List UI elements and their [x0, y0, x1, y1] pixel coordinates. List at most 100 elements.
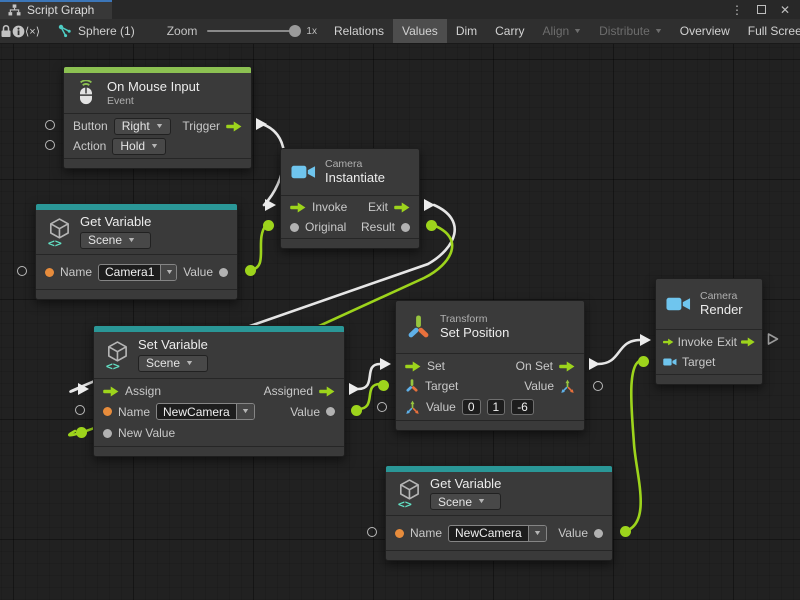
tab-script-graph[interactable]: Script Graph: [0, 0, 112, 19]
variable-scope-dropdown[interactable]: Scene ▼: [430, 493, 501, 510]
variable-picker-button[interactable]: ▼: [528, 526, 546, 541]
node-footer: [656, 374, 762, 384]
port-button-input[interactable]: [45, 120, 55, 130]
dropdown-caret-icon: ▼: [155, 123, 164, 130]
port-value-output[interactable]: [593, 381, 603, 391]
node-footer: [386, 550, 612, 560]
value-port-dot: [594, 529, 603, 538]
port-value-output[interactable]: [351, 405, 362, 416]
zoom-slider-handle[interactable]: [289, 25, 301, 37]
variable-name-field[interactable]: NewCamera ▼: [156, 403, 255, 420]
value-port-dot: [219, 268, 228, 277]
inspector-button[interactable]: [12, 19, 25, 43]
tab-title: Script Graph: [27, 3, 94, 17]
variable-picker-button[interactable]: ▼: [160, 265, 177, 280]
unity-variable-icon: [104, 340, 129, 371]
original-port-dot: [290, 223, 299, 232]
node-transform-set-position[interactable]: Transform Set Position Set On Set Target…: [395, 300, 585, 431]
node-camera-render[interactable]: Camera Render Invoke Exit Target: [655, 278, 763, 385]
distribute-dropdown[interactable]: Distribute▼: [590, 19, 671, 43]
wire-assigned-to-set: [358, 364, 380, 389]
action-label: Action: [73, 139, 106, 153]
relations-button[interactable]: Relations: [325, 19, 393, 43]
graph-toolbar: ⟨×⟩ Sphere (1) Zoom 1x Relations Values …: [0, 19, 800, 44]
close-icon[interactable]: ✕: [780, 4, 790, 16]
zoom-slider[interactable]: [207, 19, 299, 43]
values-button[interactable]: Values: [393, 19, 447, 43]
align-dropdown[interactable]: Align▼: [533, 19, 590, 43]
node-caption: Camera: [325, 159, 385, 170]
vector-z-field[interactable]: -6: [511, 399, 534, 415]
lock-icon: [0, 24, 12, 38]
port-assign-input[interactable]: [78, 383, 89, 395]
vector3-axis-icon: [405, 400, 420, 415]
graph-breadcrumb-icon: [58, 24, 72, 38]
node-set-variable-newcamera[interactable]: Set Variable Scene ▼ Assign Assigned Nam…: [93, 325, 345, 457]
maximize-icon[interactable]: [757, 5, 766, 14]
port-on-set-output[interactable]: [589, 358, 600, 370]
result-port-dot: [401, 223, 410, 232]
variable-name-field[interactable]: NewCamera ▼: [448, 525, 547, 542]
port-result-output[interactable]: [426, 220, 437, 231]
vector-y-field[interactable]: 1: [487, 399, 506, 415]
node-footer: [64, 158, 251, 168]
fullscreen-button[interactable]: Full Screen: [739, 19, 800, 43]
port-set-input[interactable]: [380, 358, 391, 370]
dim-button[interactable]: Dim: [447, 19, 486, 43]
zoom-slider-track[interactable]: [207, 30, 299, 32]
vector3-axis-icon: [560, 379, 575, 394]
vector-x-field[interactable]: 0: [462, 399, 481, 415]
node-get-variable-newcamera[interactable]: Get Variable Scene ▼ Name NewCamera ▼ Va…: [385, 465, 613, 561]
variable-scope-dropdown[interactable]: Scene ▼: [80, 232, 151, 249]
port-value-input[interactable]: [377, 402, 387, 412]
node-get-variable-camera1[interactable]: Get Variable Scene ▼ Name Camera1 ▼ Valu…: [35, 203, 238, 300]
port-name-input[interactable]: [17, 266, 27, 276]
dropdown-caret-icon: ▼: [477, 498, 486, 505]
flow-arrow-icon: [394, 202, 410, 213]
name-label: Name: [410, 526, 442, 540]
code-preview-button[interactable]: ⟨×⟩: [25, 19, 40, 43]
lock-button[interactable]: [0, 19, 12, 43]
mouse-action-dropdown[interactable]: Hold ▼: [112, 138, 166, 155]
code-icon: ⟨×⟩: [25, 25, 40, 38]
port-trigger-output[interactable]: [256, 118, 267, 130]
variable-scope-dropdown[interactable]: Scene ▼: [138, 355, 208, 372]
port-name-input[interactable]: [75, 405, 85, 415]
carry-button[interactable]: Carry: [486, 19, 533, 43]
window-menu-icon[interactable]: ⋮: [731, 4, 743, 16]
graph-canvas[interactable]: On Mouse Input Event Button Right ▼ Trig…: [0, 44, 800, 600]
port-invoke-input[interactable]: [640, 334, 651, 346]
flow-arrow-icon: [559, 361, 575, 372]
original-label: Original: [305, 220, 346, 234]
port-target-input[interactable]: [638, 356, 649, 367]
node-camera-instantiate[interactable]: Camera Instantiate Invoke Exit Original …: [280, 148, 420, 249]
transform-icon: [406, 315, 431, 340]
port-value-output[interactable]: [245, 265, 256, 276]
node-title: Get Variable: [430, 477, 501, 491]
variable-picker-button[interactable]: ▼: [236, 404, 254, 419]
flow-arrow-icon: [103, 386, 119, 397]
assigned-label: Assigned: [264, 384, 313, 398]
mouse-icon: [74, 80, 98, 106]
port-assigned-output[interactable]: [349, 383, 360, 395]
node-on-mouse-input[interactable]: On Mouse Input Event Button Right ▼ Trig…: [63, 66, 252, 169]
overview-button[interactable]: Overview: [671, 19, 739, 43]
port-exit-output[interactable]: [767, 332, 779, 351]
port-original-input[interactable]: [263, 220, 274, 231]
node-title: Set Position: [440, 326, 509, 340]
mouse-button-dropdown[interactable]: Right ▼: [114, 118, 171, 135]
port-name-input[interactable]: [367, 527, 377, 537]
value-label: Value: [558, 526, 588, 540]
port-invoke-input[interactable]: [265, 199, 276, 211]
variable-name-field[interactable]: Camera1 ▼: [98, 264, 177, 281]
port-action-input[interactable]: [45, 140, 55, 150]
flow-arrow-icon: [319, 386, 335, 397]
value-label: Value: [183, 265, 213, 279]
port-exit-output[interactable]: [424, 199, 435, 211]
breadcrumb[interactable]: Sphere (1): [58, 19, 135, 43]
flow-arrow-icon: [663, 337, 674, 347]
flow-arrow-icon: [226, 121, 242, 132]
port-value-output[interactable]: [620, 526, 631, 537]
port-new-value-input[interactable]: [76, 427, 87, 438]
port-target-input[interactable]: [378, 380, 389, 391]
